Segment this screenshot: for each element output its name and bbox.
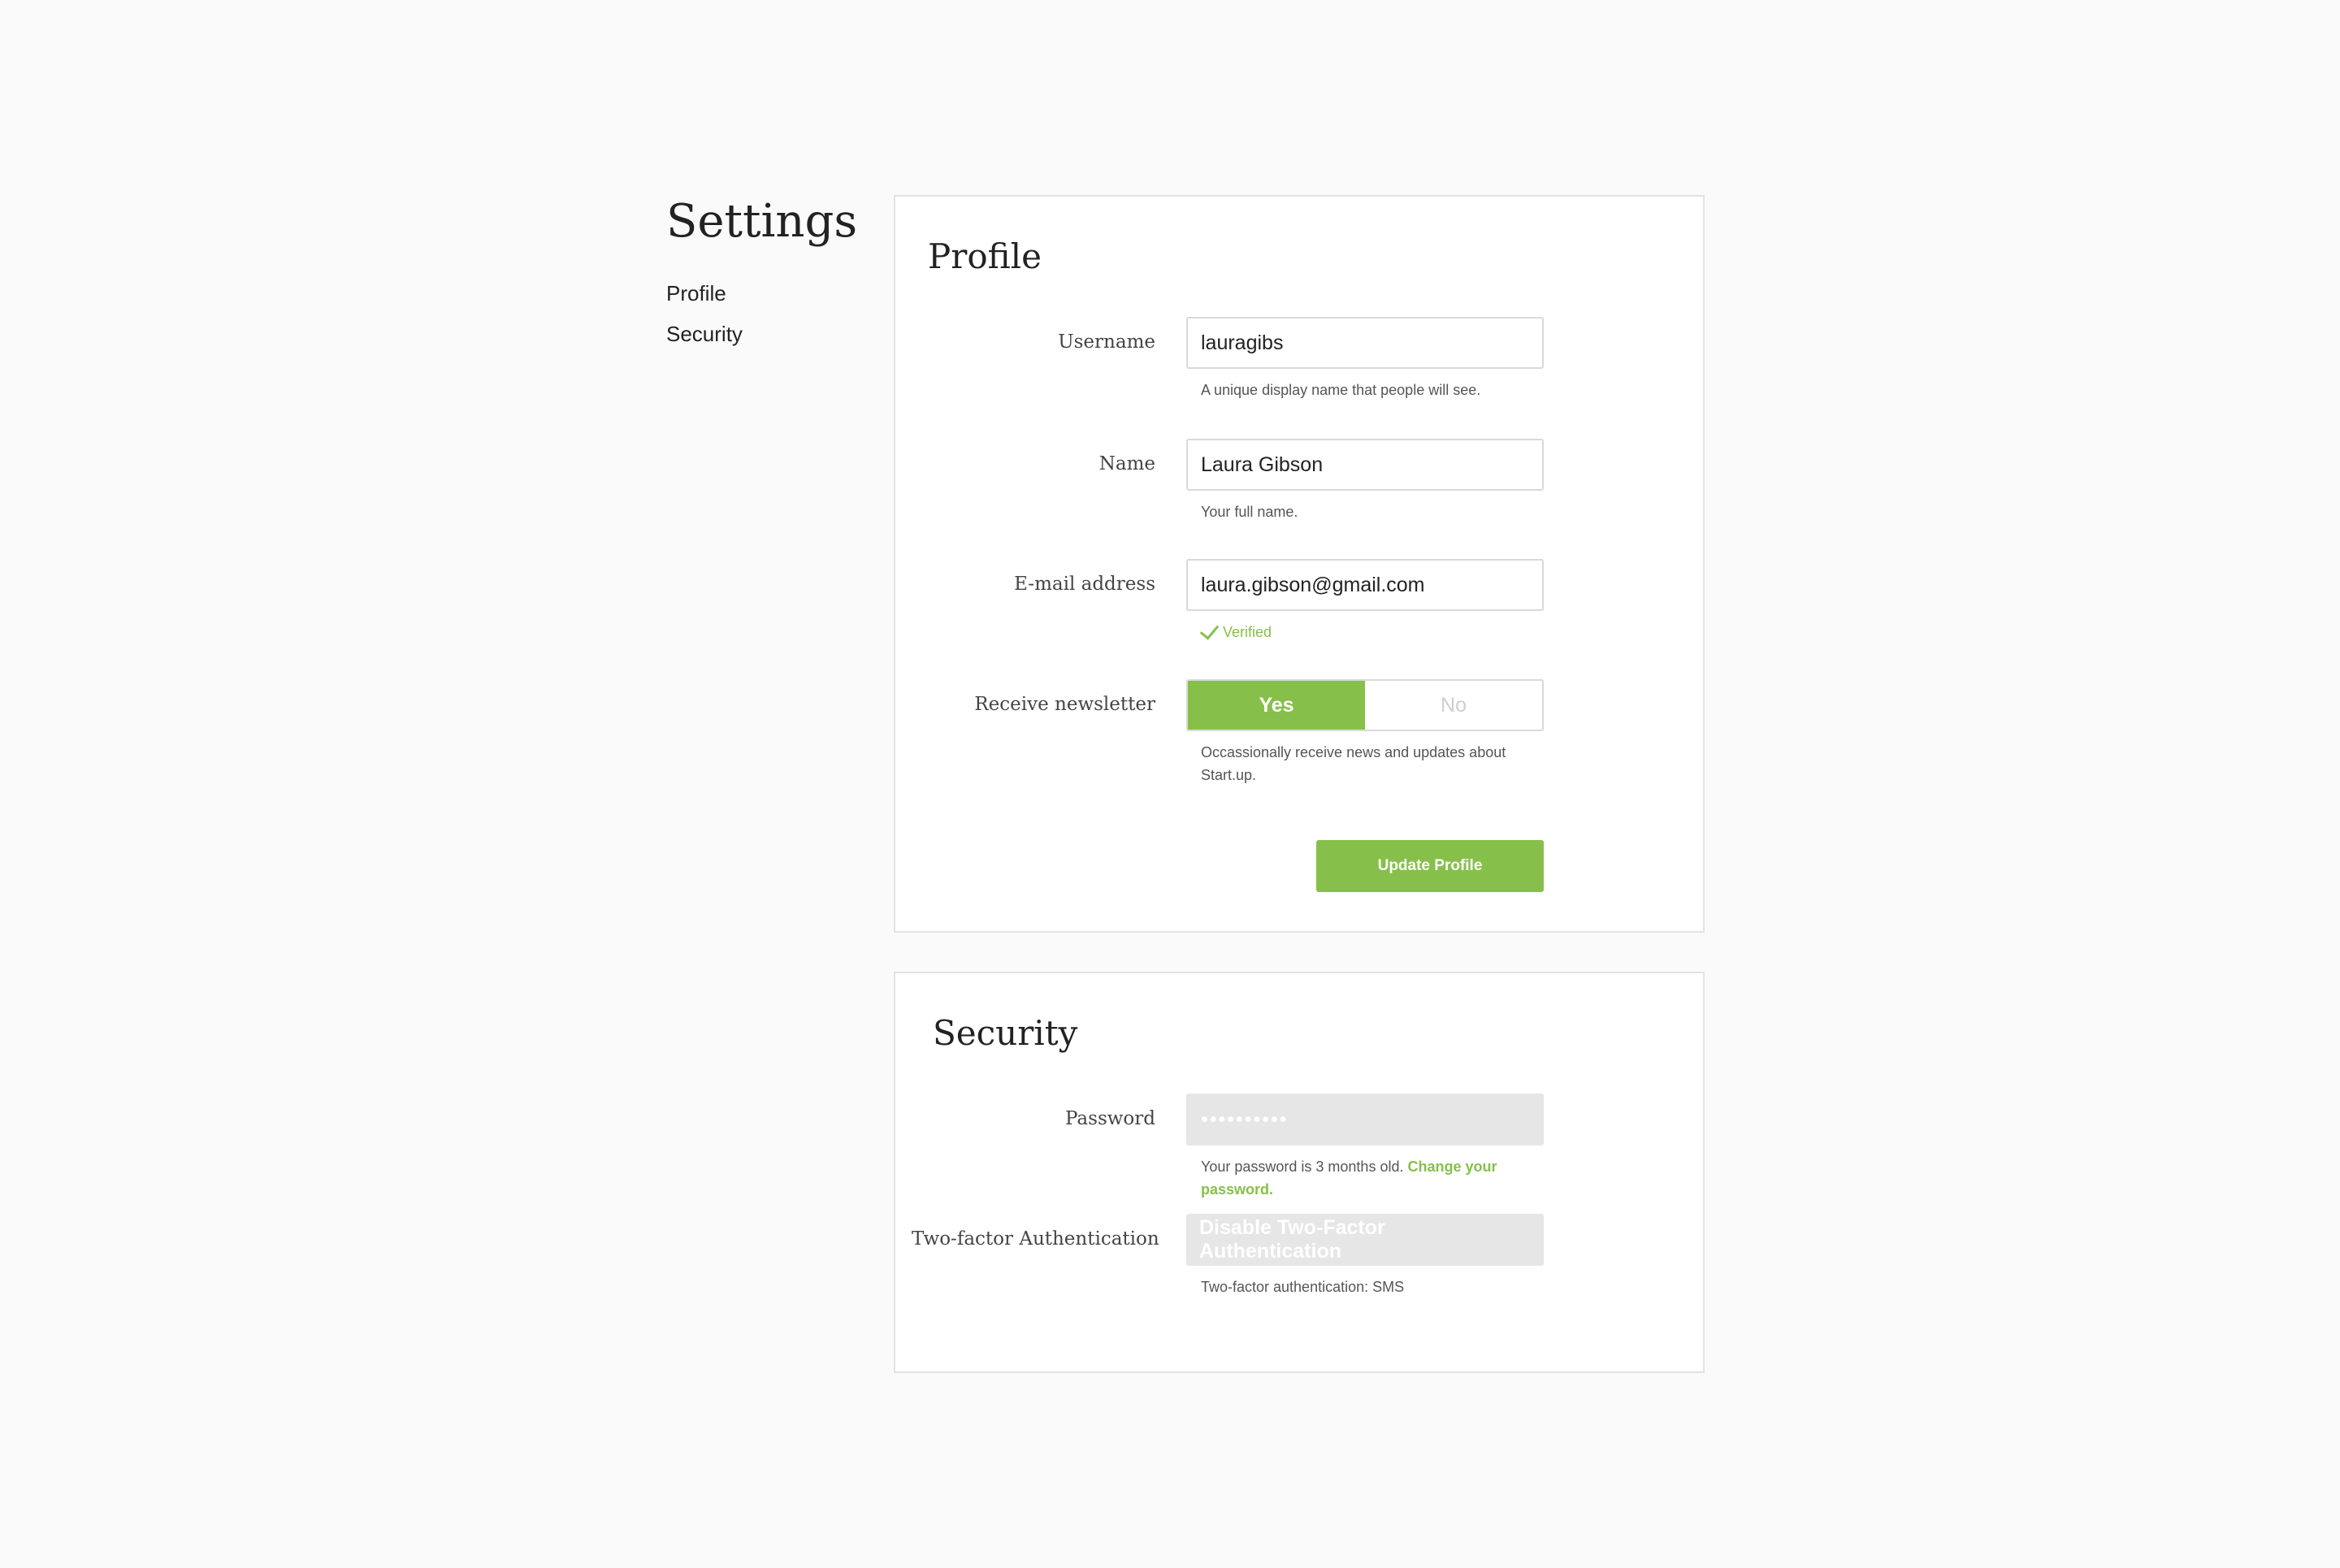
username-input[interactable]: [1186, 317, 1544, 369]
update-profile-button[interactable]: Update Profile: [1316, 840, 1544, 892]
profile-title: Profile: [928, 236, 1042, 276]
username-help: A unique display name that people will s…: [1201, 382, 1481, 398]
checkmark-icon: [1199, 620, 1220, 640]
sidebar-item-security[interactable]: Security: [666, 314, 861, 354]
newsletter-label: Receive newsletter: [974, 694, 1155, 715]
security-card: Security Password Your password is 3 mon…: [894, 972, 1705, 1373]
security-title: Security: [933, 1013, 1078, 1053]
email-input[interactable]: [1186, 559, 1544, 611]
two-factor-label: Two-factor Authentication: [912, 1228, 1159, 1250]
two-factor-field-group: Disable Two-Factor Authentication Two-fa…: [1186, 1214, 1544, 1298]
username-field-group: A unique display name that people will s…: [1186, 317, 1544, 401]
username-label: Username: [1058, 331, 1155, 353]
profile-card: Profile Username A unique display name t…: [894, 195, 1705, 933]
name-label: Name: [1098, 453, 1155, 474]
name-input[interactable]: [1186, 439, 1544, 491]
email-verified-status: Verified: [1186, 620, 1544, 643]
newsletter-help: Occassionally receive news and updates a…: [1201, 744, 1506, 783]
name-help: Your full name.: [1201, 504, 1298, 520]
disable-two-factor-button[interactable]: Disable Two-Factor Authentication: [1186, 1214, 1544, 1266]
password-label: Password: [1064, 1108, 1155, 1129]
email-label: E-mail address: [1014, 574, 1155, 595]
newsletter-toggle: Yes No: [1186, 679, 1544, 731]
newsletter-field-group: Yes No Occassionally receive news and up…: [1186, 679, 1544, 786]
page-title: Settings: [666, 195, 858, 248]
verified-label: Verified: [1223, 624, 1272, 640]
password-age-text: Your password is 3 months old.: [1201, 1159, 1408, 1175]
email-field-group: Verified: [1186, 559, 1544, 643]
name-field-group: Your full name.: [1186, 439, 1544, 523]
password-help: Your password is 3 months old. Change yo…: [1186, 1155, 1542, 1201]
two-factor-help: Two-factor authentication: SMS: [1201, 1279, 1405, 1295]
newsletter-yes-option[interactable]: Yes: [1188, 681, 1365, 730]
sidebar-item-profile[interactable]: Profile: [666, 273, 861, 314]
password-field-group: Your password is 3 months old. Change yo…: [1186, 1094, 1544, 1201]
settings-sidebar: Settings Profile Security: [666, 195, 861, 354]
password-input: [1186, 1094, 1544, 1146]
newsletter-no-option[interactable]: No: [1365, 681, 1542, 730]
